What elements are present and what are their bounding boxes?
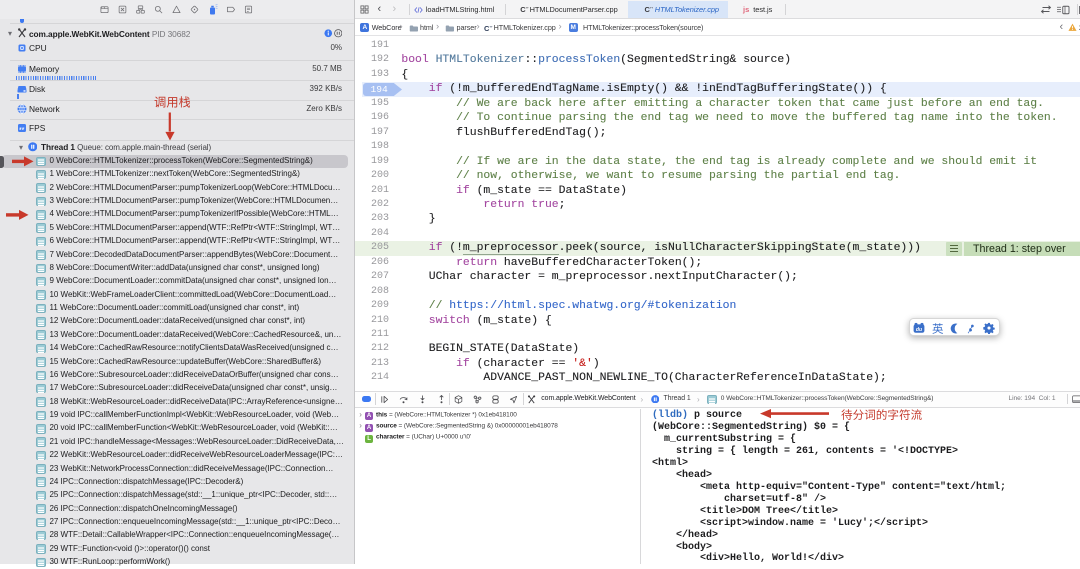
svg-text:du: du — [916, 327, 923, 333]
